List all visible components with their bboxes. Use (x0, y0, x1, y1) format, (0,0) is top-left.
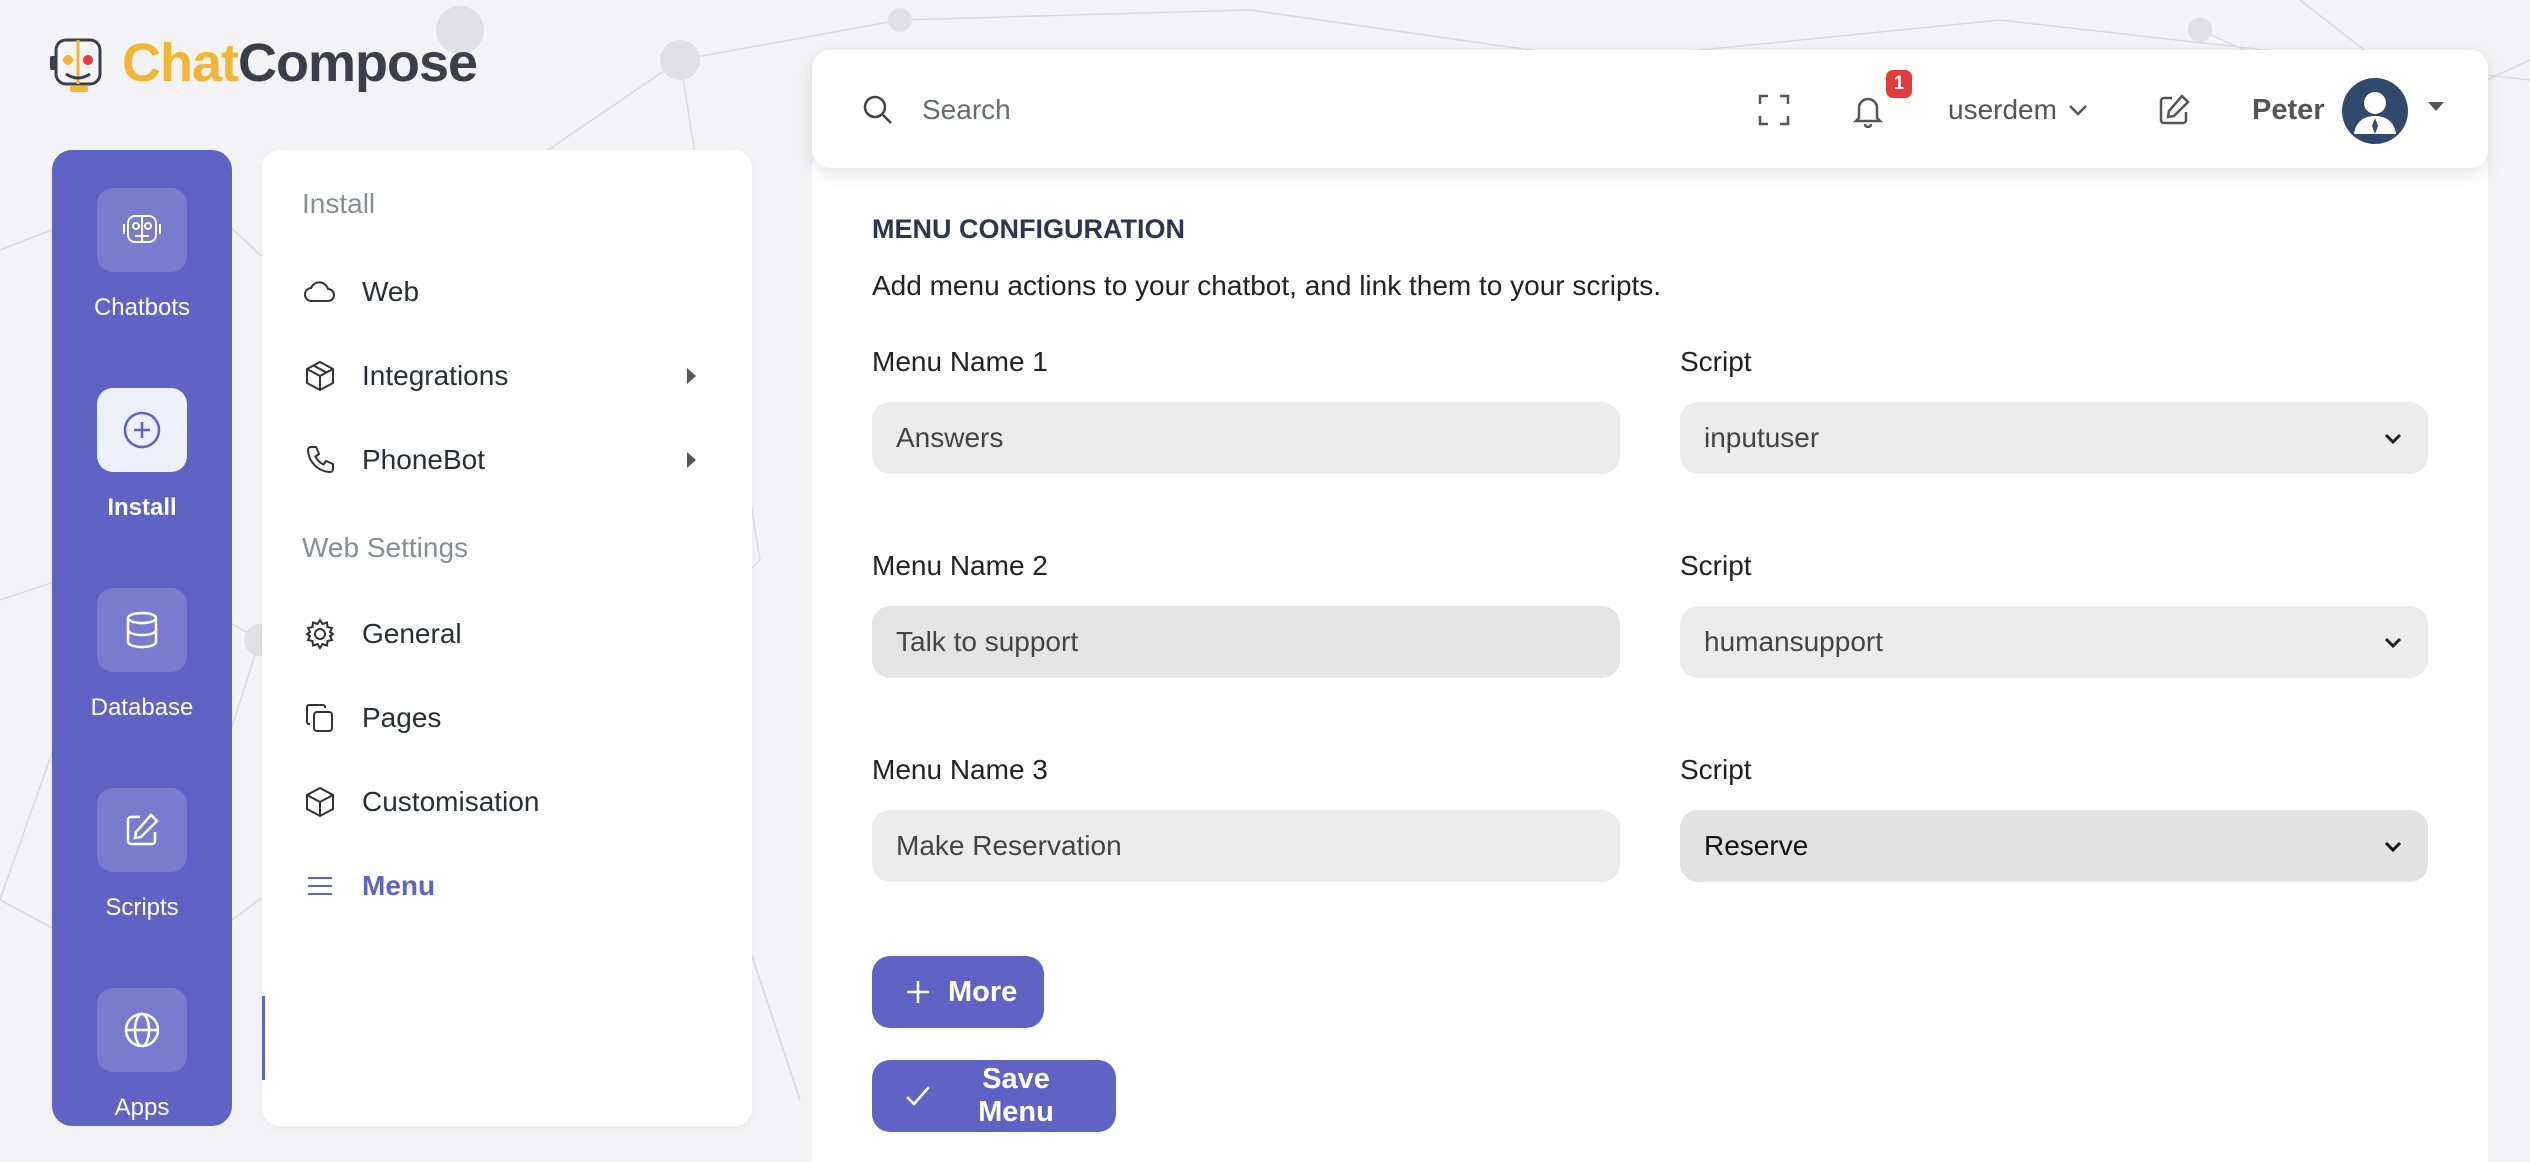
selected-value: humansupport (1704, 626, 1884, 657)
section-description: Add menu actions to your chatbot, and li… (872, 270, 1662, 301)
subnav-item-label: Customisation (362, 786, 540, 817)
caret-down-icon[interactable] (2428, 102, 2444, 111)
box-icon (306, 360, 334, 392)
robot-logo-icon (50, 38, 102, 92)
top-bar: 1 userdem Peter (812, 50, 2488, 168)
phone-icon (306, 446, 334, 474)
save-menu-button[interactable]: Save Menu (872, 1060, 1116, 1132)
edit-icon (2159, 94, 2190, 125)
subnav-section-web-settings: Web Settings (302, 532, 469, 563)
gear-icon (305, 618, 335, 650)
script-1-label: Script (1680, 346, 1752, 377)
rail-item-label: Apps (114, 1094, 170, 1121)
brand-logo[interactable]: ChatCompose (48, 28, 478, 98)
fullscreen-button[interactable] (1754, 90, 1794, 130)
user-name[interactable]: Peter (2252, 88, 2325, 132)
subnav-section-install: Install (302, 188, 376, 219)
rail-item-label: Database (90, 694, 194, 721)
menu-name-2-label: Menu Name 2 (872, 550, 1048, 581)
selected-value: inputuser (1704, 422, 1820, 453)
subnav-item-general[interactable]: General (302, 604, 732, 664)
subnav-item-menu[interactable]: Menu (302, 856, 732, 916)
search-icon (863, 95, 892, 124)
rail-item-database[interactable]: Database (52, 588, 232, 722)
subnav-item-web[interactable]: Web (302, 262, 732, 322)
plus-circle-icon (123, 411, 161, 449)
menu-name-2-input[interactable] (872, 606, 1620, 678)
notifications-button[interactable] (1848, 90, 1888, 130)
more-button[interactable]: More (872, 956, 1044, 1028)
robot-icon (123, 215, 161, 243)
script-2-select[interactable]: humansupport (1680, 606, 2428, 678)
chevron-right-icon (687, 452, 696, 468)
menu-name-1-input[interactable] (872, 402, 1620, 474)
plus-icon (907, 981, 929, 1003)
chevron-right-icon (687, 368, 696, 384)
subnav-item-label: Web (362, 276, 420, 307)
menu-name-3-input[interactable] (872, 810, 1620, 882)
workspace-dropdown[interactable]: userdem (1948, 88, 2089, 132)
brand-name-part1: Chat (122, 33, 239, 93)
subnav-item-customisation[interactable]: Customisation (302, 772, 732, 832)
copy-icon (306, 704, 333, 732)
main-nav-rail: Chatbots Install Database Scripts Apps (52, 150, 232, 1126)
subnav-item-label: Pages (362, 702, 442, 733)
rail-item-apps[interactable]: Apps (52, 988, 232, 1122)
subnav-item-label: Integrations (362, 360, 509, 391)
more-button-label: More (948, 975, 1018, 1008)
rail-item-scripts[interactable]: Scripts (52, 788, 232, 922)
brand-name-part2: Compose (238, 33, 478, 93)
script-3-select[interactable]: Reserve (1680, 810, 2428, 882)
user-avatar-icon (2354, 92, 2396, 134)
rail-item-chatbots[interactable]: Chatbots (52, 188, 232, 322)
section-title: MENU CONFIGURATION (872, 214, 1185, 244)
chevron-down-icon (2384, 433, 2402, 445)
subnav-item-phonebot[interactable]: PhoneBot (302, 430, 732, 490)
rail-item-label: Chatbots (93, 294, 191, 321)
subnav-item-label: Menu (362, 870, 436, 901)
edit-button[interactable] (2154, 90, 2194, 130)
script-3-label: Script (1680, 754, 1752, 785)
rail-item-label: Scripts (105, 894, 179, 921)
script-2-label: Script (1680, 550, 1752, 581)
globe-icon (124, 1012, 160, 1048)
chevron-down-icon (2069, 105, 2087, 116)
check-icon (906, 1086, 930, 1106)
avatar[interactable] (2342, 78, 2408, 144)
notification-badge: 1 (1886, 70, 1912, 98)
fullscreen-icon (1758, 94, 1790, 126)
selected-value: Reserve (1704, 830, 1809, 861)
bell-icon (1852, 97, 1884, 128)
menu-name-1-label: Menu Name 1 (872, 346, 1048, 377)
subnav-item-label: General (362, 618, 462, 649)
rail-item-label: Install (107, 494, 177, 521)
search-input[interactable] (922, 84, 1622, 136)
subnav-item-label: PhoneBot (362, 444, 485, 475)
rail-item-install[interactable]: Install (52, 388, 232, 522)
active-indicator (262, 996, 265, 1080)
chevron-down-icon (2384, 637, 2402, 649)
install-subnav: Install Web Integrations PhoneBot Web Se… (262, 150, 752, 1126)
cloud-icon (304, 281, 335, 302)
subnav-item-pages[interactable]: Pages (302, 688, 732, 748)
edit-icon (126, 813, 159, 846)
box-icon (306, 786, 334, 818)
menu-icon (308, 877, 332, 895)
chevron-down-icon (2384, 841, 2402, 853)
database-icon (126, 611, 158, 649)
workspace-name: userdem (1948, 94, 2057, 125)
script-1-select[interactable]: inputuser (1680, 402, 2428, 474)
subnav-item-integrations[interactable]: Integrations (302, 346, 732, 406)
menu-name-3-label: Menu Name 3 (872, 754, 1048, 785)
save-menu-button-label: Save Menu (978, 1063, 1054, 1128)
